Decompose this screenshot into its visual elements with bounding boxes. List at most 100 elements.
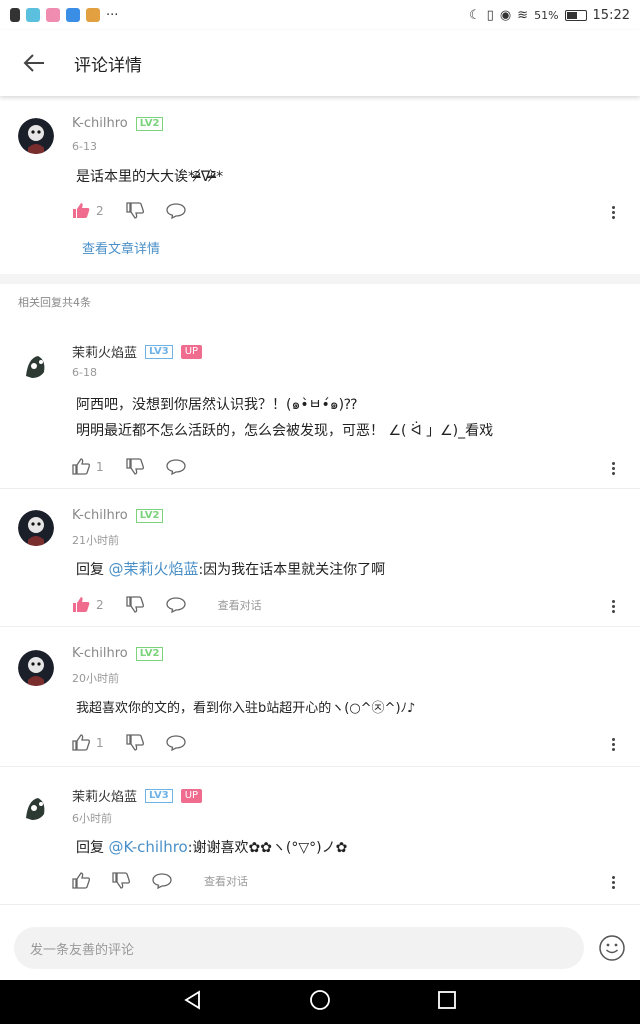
more-options-button[interactable] [612,736,616,753]
avatar[interactable] [18,348,54,384]
comment-actions: 1 [72,734,624,751]
reply-button[interactable] [152,872,172,889]
triangle-back-icon [184,990,200,1010]
more-options-button[interactable] [612,874,616,891]
comment-text: 是话本里的大大诶*ᵒ̴̶̷᷄ᐁᵒ̴̶̷᷅* [76,169,224,185]
nav-home-button[interactable] [309,989,331,1015]
battery-icon [564,9,587,21]
emoji-button[interactable] [598,934,626,962]
like-button[interactable]: 2 [72,596,104,613]
avatar[interactable] [18,650,54,686]
comment-date: 20小时前 [72,672,119,685]
like-button[interactable]: 1 [72,734,104,751]
moon-icon: ☾ [469,7,481,23]
more-options-button[interactable] [612,204,616,221]
like-button[interactable]: 1 [72,458,104,475]
thumbs-down-icon [125,596,144,613]
level-badge: LV2 [135,116,164,131]
avatar-image [18,118,54,154]
reply-button[interactable] [165,458,186,475]
speech-bubble-icon [165,596,186,613]
view-conversation-link[interactable]: 查看对话 [218,597,262,613]
comment-input[interactable]: 发一条友善的评论 [14,927,584,969]
user-info: 茉莉火焰蓝 LV3 UP [72,786,203,805]
reply-divider [0,904,640,905]
thumbs-down-icon [125,458,144,475]
view-article-link[interactable]: 查看文章详情 [82,238,160,257]
smiley-icon [599,935,625,961]
notification-icons: ··· [10,8,118,23]
up-badge: UP [180,344,203,359]
wifi-icon: ≋ [517,7,529,23]
level-badge: LV2 [135,646,164,661]
page-title: 评论详情 [74,55,142,76]
reply-divider [0,766,640,767]
system-status: ☾ ▯ ◉ ≋ 51% 15:22 [469,8,630,23]
circle-home-icon [310,990,330,1010]
reply-body: :因为我在话本里就关注你了啊 [198,562,386,578]
mention-link[interactable]: @茉莉火焰蓝 [108,560,198,578]
mention-link[interactable]: @K-chilhro [108,838,187,856]
view-conversation-link[interactable]: 查看对话 [204,873,248,889]
like-button[interactable]: 2 [72,202,104,219]
thumbs-up-filled-icon [73,203,90,218]
dislike-button[interactable] [125,458,144,475]
battery-percent: 51% [534,8,559,22]
more-options-button[interactable] [612,460,616,477]
user-info: K-chilhro LV2 [72,646,164,661]
comment-input-bar: 发一条友善的评论 [0,916,640,980]
comment-actions: 2 查看对话 [72,596,624,613]
thumbs-up-icon [72,872,90,889]
vibrate-icon: ▯ [486,7,494,23]
comment-text: 我超喜欢你的文的，看到你入驻b站超开心的ヽ(○^㉨^)ﾉ♪ [76,701,416,716]
back-button[interactable] [14,43,54,83]
replies-count: 相关回复共4条 [18,296,91,309]
avatar-image [18,790,54,826]
comment-detail-content[interactable]: K-chilhro LV2 6-13 是话本里的大大诶*ᵒ̴̶̷᷄ᐁᵒ̴̶̷᷅*… [0,96,640,916]
user-info: K-chilhro LV2 [72,116,164,131]
reply-button[interactable] [165,202,186,219]
app-notification-icon [66,8,80,22]
avatar[interactable] [18,510,54,546]
avatar[interactable] [18,790,54,826]
speech-bubble-icon [165,734,186,751]
comment-text: 回复 @K-chilhro:谢谢喜欢✿✿ヽ(°▽°)ノ✿ [76,834,620,861]
reply-prefix: 回复 [76,840,104,856]
up-badge: UP [180,788,203,803]
comment-text: 回复 @茉莉火焰蓝:因为我在话本里就关注你了啊 [76,556,620,583]
reply-button[interactable] [165,596,186,613]
clock: 15:22 [592,7,630,23]
dislike-button[interactable] [125,596,144,613]
like-button[interactable] [72,872,90,889]
username[interactable]: K-chilhro [72,508,128,523]
eye-icon: ◉ [499,7,512,23]
dislike-button[interactable] [112,872,130,889]
speech-bubble-icon [165,458,186,475]
thumbs-up-icon [72,458,90,475]
comment-date: 6-18 [72,366,97,379]
dislike-button[interactable] [125,734,144,751]
username[interactable]: K-chilhro [72,116,128,131]
nav-recents-button[interactable] [437,990,457,1014]
level-badge: LV2 [135,508,164,523]
level-badge: LV3 [145,788,173,803]
reply-divider [0,488,640,489]
square-recents-icon [438,991,456,1009]
username[interactable]: K-chilhro [72,646,128,661]
avatar[interactable] [18,118,54,154]
comment-actions: 2 [72,202,624,219]
like-count: 1 [96,735,104,750]
username[interactable]: 茉莉火焰蓝 [72,786,137,805]
username[interactable]: 茉莉火焰蓝 [72,342,137,361]
reply-button[interactable] [165,734,186,751]
reply-divider [0,626,640,627]
section-divider [0,274,640,284]
dislike-button[interactable] [125,202,144,219]
comment-date: 6-13 [72,140,97,153]
like-count: 2 [96,203,104,218]
like-count: 1 [96,459,104,474]
arrow-left-icon [23,54,44,72]
more-options-button[interactable] [612,598,616,615]
nav-back-button[interactable] [183,990,203,1014]
app-notification-icon [10,8,20,22]
